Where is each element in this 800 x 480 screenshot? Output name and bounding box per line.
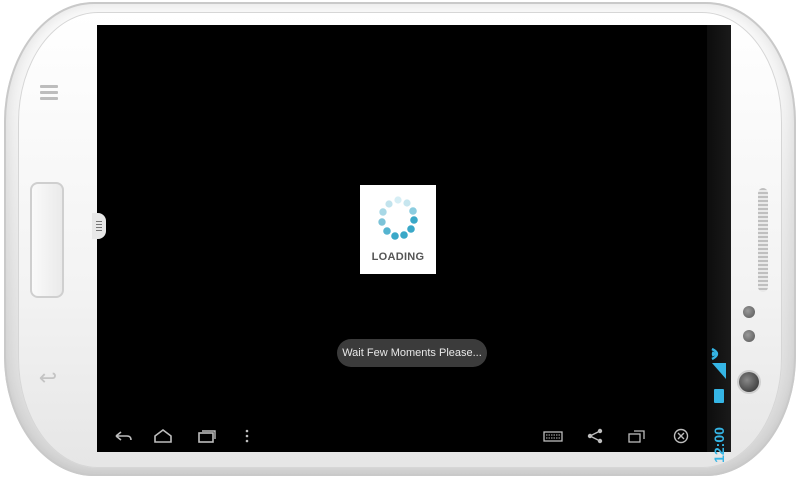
app-screen: LOADING Wait Few Moments Please...	[92, 25, 707, 452]
proximity-sensor	[743, 306, 755, 318]
loading-label: LOADING	[371, 251, 425, 263]
status-bar: 12:00	[707, 25, 731, 463]
clock-time: 12:00	[711, 427, 727, 463]
loading-spinner-icon	[378, 196, 418, 240]
close-icon[interactable]	[671, 428, 691, 444]
hardware-back-icon[interactable]: ↩	[38, 366, 58, 390]
light-sensor	[743, 330, 755, 342]
loading-card: LOADING	[360, 185, 436, 274]
home-icon[interactable]	[153, 428, 173, 444]
front-camera	[739, 372, 759, 392]
keyboard-icon[interactable]	[543, 428, 563, 444]
system-navigation-bar	[97, 422, 707, 452]
share-icon[interactable]	[585, 428, 605, 444]
side-drawer-handle[interactable]	[92, 213, 106, 239]
battery-icon	[714, 389, 724, 403]
screen-rotate-icon[interactable]	[627, 428, 647, 444]
overflow-menu-icon[interactable]	[241, 428, 261, 444]
wifi-signal-icon	[711, 347, 726, 379]
status-clock: 12:00	[707, 427, 731, 469]
toast-message: Wait Few Moments Please...	[337, 339, 487, 367]
hardware-home-button[interactable]	[30, 182, 64, 298]
back-icon[interactable]	[113, 428, 133, 444]
earpiece-speaker	[758, 188, 768, 292]
recent-apps-icon[interactable]	[197, 428, 217, 444]
hardware-menu-icon[interactable]	[40, 82, 58, 108]
